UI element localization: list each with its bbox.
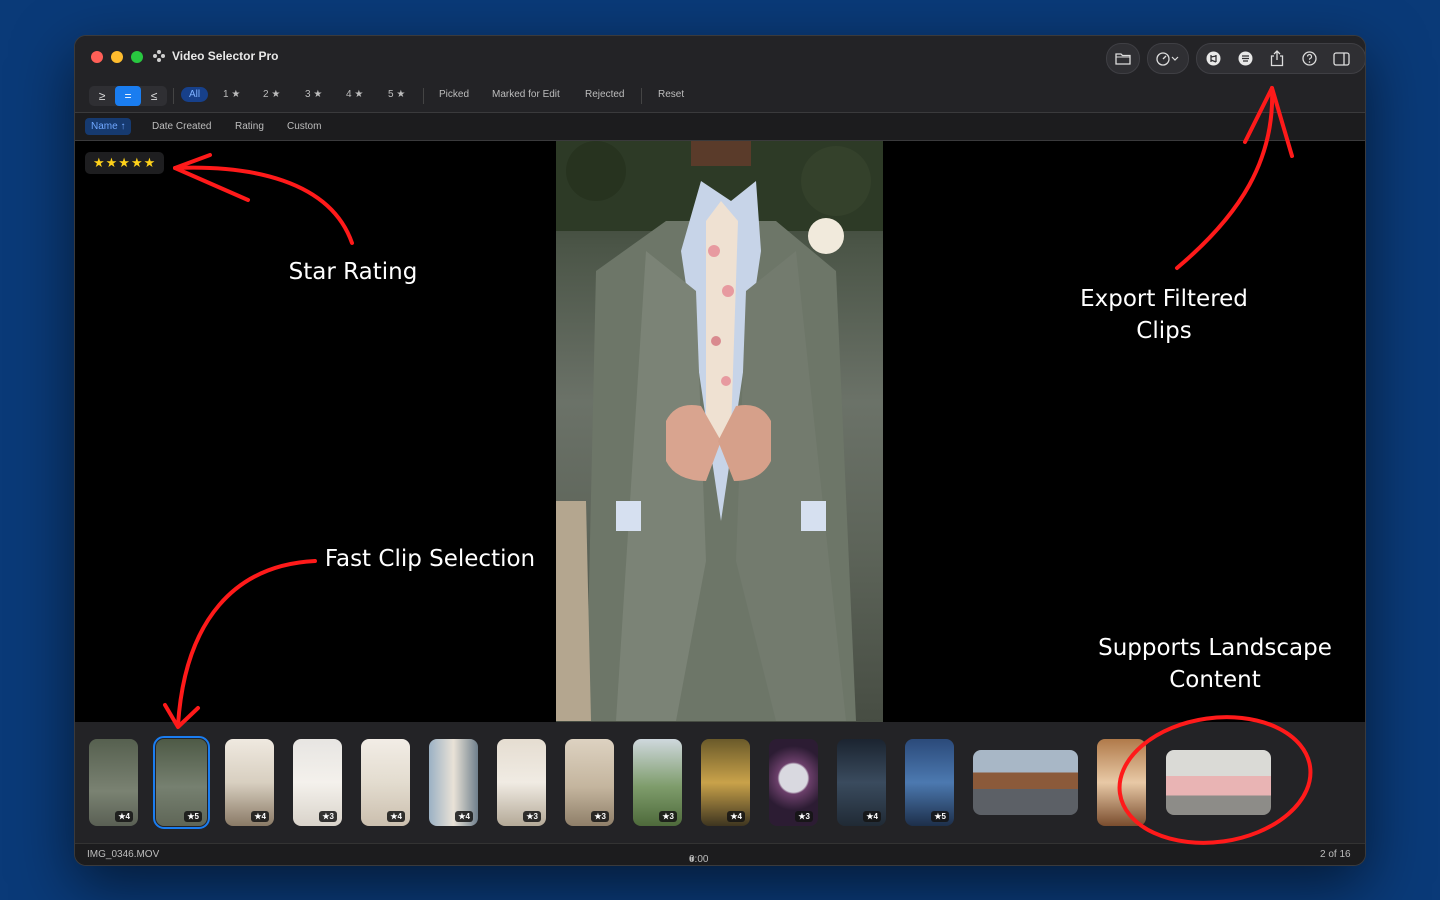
thumbnail-rating-badge: ★3 [319,811,337,822]
filmstrip-thumbnail[interactable]: ★5 [905,739,954,826]
annotation-supports-landscape: Supports Landscape Content [1085,632,1345,696]
actions-toolbar-group [1196,43,1365,74]
app-title-text: Video Selector Pro [172,49,279,63]
sidebar-icon [1332,51,1350,66]
playback-speed-button[interactable] [1147,43,1189,74]
filter-rating-5[interactable]: 5 ★ [388,89,405,100]
star-rating-badge[interactable]: ★★★★★ [85,152,165,174]
filmstrip-thumbnail[interactable]: ★3 [769,739,818,826]
open-folder-button[interactable] [1106,43,1140,74]
filmstrip-thumbnail-landscape[interactable] [973,750,1078,815]
filmstrip-thumbnail[interactable]: ★4 [701,739,750,826]
annotation-star-rating: Star Rating [288,259,418,285]
close-window-button[interactable] [91,51,103,63]
reset-filters-button[interactable]: Reset [658,89,684,100]
filter-marked-for-edit[interactable]: Marked for Edit [492,89,560,100]
thumbnail-rating-badge: ★4 [251,811,269,822]
thumbnail-rating-badge: ★4 [727,811,745,822]
comparator-lte[interactable]: ≤ [141,86,167,106]
thumbnail-rating-badge: ★4 [115,811,133,822]
filmstrip: ★4 ★5 ★4 ★3 ★4 ★4 ★3 ★3 ★3 ★4 ★3 ★4 ★5 [75,722,1365,843]
sort-date-created[interactable]: Date Created [152,121,211,132]
speed-gauge-icon [1148,44,1188,73]
filter-rating-all[interactable]: All [181,87,209,102]
filter-rating-4[interactable]: 4 ★ [346,89,363,100]
sort-bar: Name ↑ Date Created Rating Custom [75,113,1365,141]
zoom-window-button[interactable] [131,51,143,63]
filmstrip-thumbnail[interactable]: ★3 [497,739,546,826]
filmstrip-thumbnail[interactable]: ★4 [225,739,274,826]
thumbnail-rating-badge: ★4 [863,811,881,822]
thumbnail-rating-badge: ★4 [387,811,405,822]
thumbnail-rating-badge: ★4 [455,811,473,822]
app-title: Video Selector Pro [153,49,278,63]
filmstrip-thumbnail[interactable]: ★4 [429,739,478,826]
filmstrip-thumbnail[interactable] [1097,739,1146,826]
help-button[interactable] [1293,44,1325,73]
filmstrip-thumbnail-selected[interactable]: ★5 [153,736,210,829]
comparator-segmented-control: ≥ = ≤ [89,86,167,106]
divider [173,88,174,104]
annotation-export-line2: Clips [1136,318,1192,344]
filter-rating-3[interactable]: 3 ★ [305,89,322,100]
thumbnail-rating-badge: ★5 [184,811,202,822]
clip-position: 2 of 16 [1320,849,1351,860]
thumbnail-rating-badge: ★3 [659,811,677,822]
thumbnail-rating-badge: ★3 [591,811,609,822]
folder-icon [1107,44,1139,73]
list-button[interactable] [1229,44,1261,73]
minimize-window-button[interactable] [111,51,123,63]
filter-rating-1[interactable]: 1 ★ [223,89,240,100]
thumbnail-rating-badge: ★5 [931,811,949,822]
filter-rating-2[interactable]: 2 ★ [263,89,280,100]
transcribe-button[interactable] [1197,44,1229,73]
status-bar: IMG_0346.MOV 0:00 / 0:10 ⏸ 2 of 16 [75,843,1365,865]
toggle-sidebar-button[interactable] [1325,44,1357,73]
pause-icon[interactable]: ⏸ [689,854,694,865]
filmstrip-thumbnail-landscape[interactable] [1166,750,1271,815]
filmstrip-thumbnail[interactable]: ★3 [633,739,682,826]
sort-rating[interactable]: Rating [235,121,264,132]
list-icon [1238,51,1252,66]
filmstrip-thumbnail[interactable]: ★4 [361,739,410,826]
transcribe-icon [1206,51,1220,66]
share-icon [1270,50,1284,67]
sort-name[interactable]: Name ↑ [85,118,132,135]
divider [423,88,424,104]
titlebar: Video Selector Pro [75,36,1365,80]
video-frame-image [556,141,883,721]
sort-custom[interactable]: Custom [287,121,321,132]
video-frame[interactable] [556,141,883,722]
comparator-gte[interactable]: ≥ [89,86,115,106]
help-icon [1301,51,1317,66]
app-logo-icon [153,49,166,63]
comparator-eq[interactable]: = [115,86,141,106]
filmstrip-thumbnail[interactable]: ★3 [565,739,614,826]
filter-bar: ≥ = ≤ All 1 ★ 2 ★ 3 ★ 4 ★ 5 ★ Picked Mar… [75,80,1365,113]
annotation-fast-clip-selection: Fast Clip Selection [324,546,536,572]
filmstrip-thumbnail[interactable]: ★4 [837,739,886,826]
divider [641,88,642,104]
thumbnail-rating-badge: ★3 [523,811,541,822]
annotation-landscape-line2: Content [1169,667,1261,693]
export-button[interactable] [1261,44,1293,73]
filter-picked[interactable]: Picked [439,89,469,100]
thumbnail-rating-badge: ★3 [795,811,813,822]
annotation-landscape-line1: Supports Landscape [1098,635,1332,661]
filmstrip-thumbnail[interactable]: ★3 [293,739,342,826]
current-filename: IMG_0346.MOV [87,849,160,860]
annotation-export-line1: Export Filtered [1080,286,1248,312]
filmstrip-thumbnail[interactable]: ★4 [89,739,138,826]
filter-rejected[interactable]: Rejected [585,89,624,100]
annotation-export-filtered: Export Filtered Clips [1064,283,1264,347]
app-window: Video Selector Pro ≥ = ≤ All 1 ★ 2 ★ 3 ★… [74,35,1366,866]
